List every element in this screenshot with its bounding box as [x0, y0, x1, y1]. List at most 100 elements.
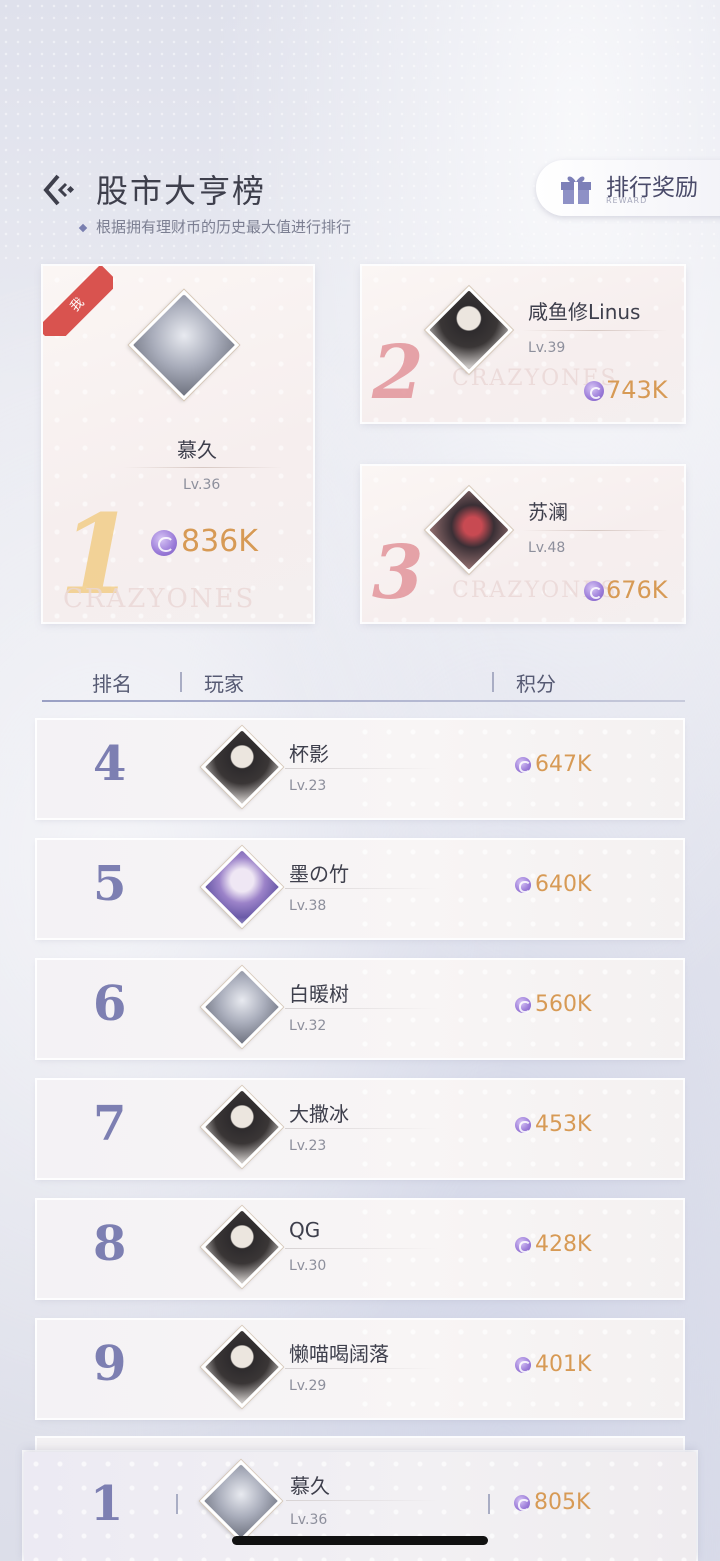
column-separator [176, 1494, 178, 1514]
player-name: 慕久 [177, 438, 217, 462]
divider [286, 1500, 438, 1501]
home-indicator[interactable] [232, 1536, 488, 1545]
dark-hair-avatar[interactable] [200, 1325, 284, 1409]
table-header-underline [42, 700, 685, 702]
top-rank-card-1[interactable]: 1 CRAZYONES 我 慕久 Lv.36 836K [43, 266, 313, 622]
self-ribbon: 我 [43, 266, 113, 336]
silver-hair-avatar[interactable] [200, 965, 284, 1049]
score-value: 428K [535, 1232, 592, 1257]
page-title: 股市大亨榜 [96, 172, 267, 210]
dark-hair-avatar[interactable] [200, 725, 284, 809]
divider [285, 1128, 437, 1129]
player-level: Lv.30 [289, 1258, 327, 1274]
column-header-score: 积分 [516, 672, 556, 696]
coin-icon [515, 1357, 531, 1373]
diamond-bullet-icon [78, 223, 88, 232]
divider [285, 888, 437, 889]
coin-icon [514, 1495, 530, 1511]
coin-icon [515, 877, 531, 893]
score-value: 560K [535, 992, 592, 1017]
column-header-rank: 排名 [92, 672, 132, 696]
coin-icon [584, 381, 604, 401]
rank-number: 9 [93, 1336, 127, 1392]
card-watermark: CRAZYONES [63, 584, 256, 614]
player-name: 杯影 [289, 742, 329, 766]
my-player-level: Lv.36 [290, 1512, 328, 1528]
score-value: 805K [534, 1490, 591, 1515]
player-score: 560K [515, 992, 591, 1017]
my-player-name: 慕久 [290, 1474, 330, 1498]
coin-icon [515, 1117, 531, 1133]
coin-icon [515, 997, 531, 1013]
player-name: 苏澜 [528, 500, 568, 524]
rank-number: 8 [93, 1216, 127, 1272]
player-score: 453K [515, 1112, 591, 1137]
score-value: 401K [535, 1352, 592, 1377]
player-name: 大撒冰 [289, 1102, 349, 1126]
player-level: Lv.39 [528, 340, 566, 356]
divider [522, 330, 668, 331]
ranking-reward-button[interactable]: 排行奖励 REWARD [536, 160, 720, 216]
my-rank-number: 1 [90, 1476, 124, 1532]
self-badge: 我 [43, 266, 113, 336]
rank-number: 6 [93, 976, 127, 1032]
player-level: Lv.38 [289, 898, 327, 914]
table-row[interactable]: 6 白暖树 Lv.32 560K [37, 960, 683, 1058]
column-separator [492, 672, 494, 692]
coin-icon [515, 1237, 531, 1253]
player-level: Lv.23 [289, 778, 327, 794]
column-header-player: 玩家 [204, 672, 244, 696]
divider [123, 467, 283, 468]
player-score: 676K [584, 576, 668, 604]
player-name: 墨の竹 [289, 862, 349, 886]
back-arrow-icon [43, 174, 75, 206]
player-level: Lv.48 [528, 540, 566, 556]
coin-icon [151, 529, 177, 556]
my-player-score: 805K [514, 1490, 590, 1515]
rank-number: 4 [93, 736, 127, 792]
divider [285, 1368, 437, 1369]
purple-hair-avatar[interactable] [200, 845, 284, 929]
top-rank-card-2[interactable]: 2 CRAZYONES 咸鱼修Linus Lv.39 743K [362, 266, 684, 422]
player-score: 647K [515, 752, 591, 777]
score-value: 640K [535, 872, 592, 897]
score-value: 647K [535, 752, 592, 777]
player-level: Lv.36 [183, 477, 221, 493]
table-row[interactable]: 9 懒喵喝阔落 Lv.29 401K [37, 1320, 683, 1418]
score-value: 453K [535, 1112, 592, 1137]
score-value: 676K [606, 576, 668, 604]
table-row[interactable]: 8 QG Lv.30 428K [37, 1200, 683, 1298]
reward-sublabel: REWARD [606, 196, 648, 205]
score-value: 836K [181, 524, 258, 559]
rank-number: 5 [93, 856, 127, 912]
subtitle-text: 根据拥有理财币的历史最大值进行排行 [96, 218, 352, 236]
player-score: 836K [151, 524, 258, 559]
back-button[interactable] [38, 170, 78, 210]
coin-icon [515, 757, 531, 773]
divider [285, 1008, 437, 1009]
column-separator [180, 672, 182, 692]
player-name: QG [289, 1218, 321, 1242]
player-level: Lv.29 [289, 1378, 327, 1394]
score-value: 743K [606, 376, 668, 404]
divider [522, 530, 668, 531]
page-subtitle: 根据拥有理财币的历史最大值进行排行 [78, 216, 352, 237]
rank-number: 3 [372, 530, 424, 616]
divider [285, 1248, 437, 1249]
dark-hair-avatar[interactable] [200, 1205, 284, 1289]
table-row[interactable]: 5 墨の竹 Lv.38 640K [37, 840, 683, 938]
top-rank-card-3[interactable]: 3 CRAZYONES 苏澜 Lv.48 676K [362, 466, 684, 622]
coin-icon [584, 581, 604, 601]
player-level: Lv.32 [289, 1018, 327, 1034]
gift-icon [561, 176, 591, 204]
player-score: 640K [515, 872, 591, 897]
player-level: Lv.23 [289, 1138, 327, 1154]
table-row[interactable]: 4 杯影 Lv.23 647K [37, 720, 683, 818]
table-row[interactable]: 7 大撒冰 Lv.23 453K [37, 1080, 683, 1178]
rank-number: 2 [372, 330, 424, 416]
player-name: 白暖树 [289, 982, 349, 1006]
player-score: 401K [515, 1352, 591, 1377]
player-name: 咸鱼修Linus [528, 300, 641, 324]
divider [285, 768, 437, 769]
dark-hair-avatar[interactable] [200, 1085, 284, 1169]
